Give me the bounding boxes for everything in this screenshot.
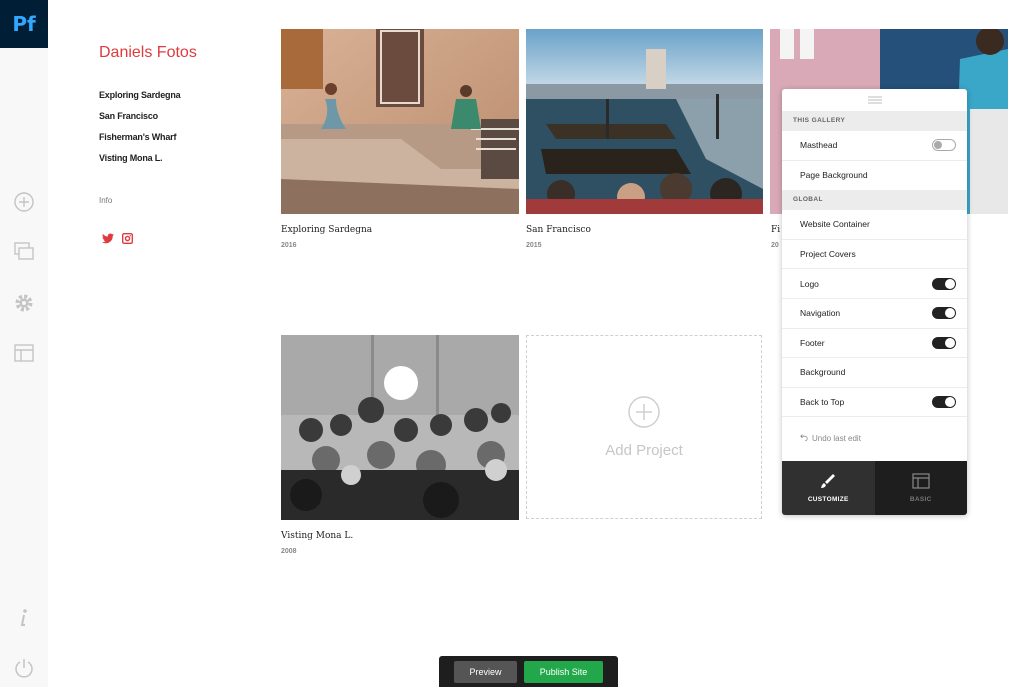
panel-row-label: Masthead [800,140,838,151]
info-link[interactable]: Info [99,196,112,205]
panel-row-masthead[interactable]: Masthead [782,131,967,161]
layout-icon [912,473,930,496]
panel-row-label: Logo [800,278,819,289]
undo-button[interactable]: Undo last edit [782,417,967,459]
info-icon[interactable] [12,606,36,630]
drag-handle[interactable] [782,89,967,111]
panel-row-label: Navigation [800,308,841,319]
add-project-label: Add Project [605,442,683,459]
footer-toggle[interactable] [932,336,956,349]
project-cover-image[interactable] [281,29,519,214]
project-title[interactable]: Fi [771,225,780,235]
panel-row-website-container[interactable]: Website Container [782,210,967,240]
site-title[interactable]: Daniels Fotos [99,44,197,62]
panel-row-back-to-top[interactable]: Back to Top [782,388,967,418]
publish-bar: Preview Publish Site [439,656,618,687]
tab-label: BASIC [909,496,932,503]
panel-row-background[interactable]: Background [782,358,967,388]
site-nav-link[interactable]: Fisherman's Wharf [99,132,180,153]
gear-icon[interactable] [12,291,36,315]
panel-row-label: Footer [800,337,825,348]
panel-row-navigation[interactable]: Navigation [782,299,967,329]
undo-icon [800,433,808,443]
layout-icon[interactable] [12,341,36,365]
panel-row-label: Back to Top [800,397,845,408]
project-title[interactable]: Visting Mona L. [281,531,353,541]
project-title[interactable]: San Francisco [526,225,591,235]
logo-toggle[interactable] [932,277,956,290]
site-nav-link[interactable]: Exploring Sardegna [99,90,181,111]
brush-icon [820,473,836,496]
project-year: 20 [771,242,779,249]
app-logo[interactable]: Pf [0,0,48,48]
project-cover-image[interactable] [526,29,763,214]
pages-icon[interactable] [12,240,36,264]
app-rail: Pf [0,0,48,687]
panel-row-label: Project Covers [800,249,856,260]
add-project-button[interactable]: Add Project [526,335,762,519]
instagram-icon[interactable] [122,231,133,249]
power-icon[interactable] [12,656,36,680]
panel-row-label: Website Container [800,219,870,230]
plus-circle-icon[interactable] [12,190,36,214]
site-nav: Exploring Sardegna San Francisco Fisherm… [99,90,181,174]
customize-panel: THIS GALLERY Masthead Page Background GL… [782,89,967,515]
navigation-toggle[interactable] [932,307,956,320]
site-nav-link[interactable]: Visting Mona L. [99,153,180,174]
undo-label: Undo last edit [812,433,861,443]
project-year: 2015 [526,242,542,249]
twitter-icon[interactable] [102,231,114,249]
panel-tabs: CUSTOMIZE BASIC [782,461,967,515]
tab-label: CUSTOMIZE [807,496,849,503]
back-to-top-toggle[interactable] [932,396,956,409]
panel-row-logo[interactable]: Logo [782,269,967,299]
panel-row-project-covers[interactable]: Project Covers [782,240,967,270]
plus-circle-icon [627,395,661,434]
tab-customize[interactable]: CUSTOMIZE [782,461,875,515]
project-cover-image[interactable] [281,335,519,520]
project-title[interactable]: Exploring Sardegna [281,225,372,235]
panel-row-label: Background [800,367,846,378]
site-nav-link[interactable]: San Francisco [99,111,180,132]
social-links [102,231,133,249]
project-year: 2008 [281,548,297,555]
project-year: 2016 [281,242,297,249]
panel-row-page-background[interactable]: Page Background [782,161,967,191]
tab-basic[interactable]: BASIC [874,461,967,515]
publish-site-button[interactable]: Publish Site [524,660,603,683]
preview-button[interactable]: Preview [454,660,517,683]
section-header: THIS GALLERY [782,111,967,131]
panel-row-footer[interactable]: Footer [782,329,967,359]
section-header: GLOBAL [782,190,967,211]
masthead-toggle[interactable] [932,139,956,152]
panel-row-label: Page Background [800,170,868,181]
